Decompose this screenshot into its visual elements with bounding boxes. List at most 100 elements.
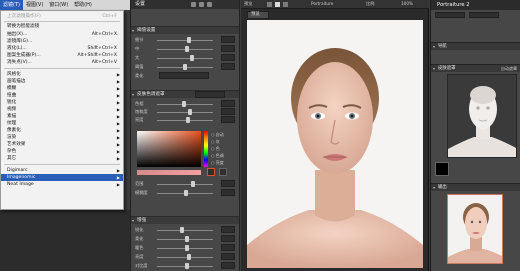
- slider-value-field[interactable]: [221, 189, 235, 196]
- slider-track[interactable]: [157, 120, 213, 121]
- slider-value-field[interactable]: [221, 116, 235, 123]
- slider-medium[interactable]: 中: [135, 45, 235, 53]
- menu-item-texture[interactable]: 纹理 ▶: [1, 120, 123, 127]
- menu-filter[interactable]: 滤镜(T): [0, 0, 23, 10]
- menu-item-convert-smart[interactable]: 转换为智能滤镜: [1, 23, 123, 30]
- slider-knob[interactable]: [188, 109, 192, 115]
- menu-item-blur[interactable]: 模糊 ▶: [1, 85, 123, 92]
- slider-knob[interactable]: [187, 254, 191, 260]
- skin-color-swatch[interactable]: [137, 170, 201, 175]
- menu-item-stylize[interactable]: 风格化 ▶: [1, 71, 123, 78]
- slider-track[interactable]: [157, 257, 213, 258]
- slider-value-field[interactable]: [221, 180, 235, 187]
- menu-item-video[interactable]: 视频 ▶: [1, 106, 123, 113]
- save-preset-icon[interactable]: [199, 2, 204, 7]
- menu-help[interactable]: 帮助(H): [71, 0, 95, 10]
- slider-value-field[interactable]: [221, 100, 235, 107]
- menu-item-digimarc[interactable]: Digimarc ▶: [1, 167, 123, 174]
- menu-item-brush-strokes[interactable]: 画笔描边 ▶: [1, 78, 123, 85]
- slider-knob[interactable]: [186, 117, 190, 123]
- preview-tab[interactable]: 预览: [247, 11, 269, 19]
- slider-knob[interactable]: [182, 101, 186, 107]
- slider-fuzziness[interactable]: 模糊度: [135, 189, 235, 197]
- menu-item-sharpen[interactable]: 锐化 ▶: [1, 99, 123, 106]
- menu-window[interactable]: 窗口(W): [46, 0, 71, 10]
- slider-value-field[interactable]: [221, 63, 235, 70]
- slider-large[interactable]: 大: [135, 54, 235, 62]
- top-button-b[interactable]: [469, 12, 499, 18]
- slider-value-field[interactable]: [221, 54, 235, 61]
- load-preset-icon[interactable]: [207, 2, 212, 7]
- slider-value-field[interactable]: [221, 226, 235, 233]
- mask-mode-select[interactable]: [195, 91, 225, 98]
- radio-tone[interactable]: 色调: [211, 152, 237, 159]
- section-enhance[interactable]: 增强: [131, 216, 239, 225]
- slider-knob[interactable]: [183, 64, 187, 70]
- color-picker-field[interactable]: [137, 131, 201, 167]
- slider-luminance[interactable]: 亮度: [135, 116, 235, 124]
- slider-track[interactable]: [157, 58, 213, 59]
- menu-item-artistic[interactable]: 艺术效果 ▶: [1, 141, 123, 148]
- slider-knob[interactable]: [184, 190, 188, 196]
- slider-knob[interactable]: [185, 263, 189, 269]
- slider-value-field[interactable]: [221, 45, 235, 52]
- side-by-side-icon[interactable]: [283, 2, 288, 7]
- slider-knob[interactable]: [187, 37, 191, 43]
- slider-value-field[interactable]: [221, 36, 235, 43]
- slider-knob[interactable]: [185, 245, 189, 251]
- single-view-icon[interactable]: [267, 2, 272, 7]
- radio-auto[interactable]: 自动: [211, 131, 237, 138]
- slider-soft[interactable]: 柔化: [135, 235, 235, 243]
- slider-value-field[interactable]: [221, 244, 235, 251]
- slider-saturation[interactable]: 饱和度: [135, 108, 235, 116]
- slider-detail[interactable]: 细节: [135, 36, 235, 44]
- slider-brightness[interactable]: 亮度: [135, 253, 235, 261]
- radio-brightness[interactable]: 亮度: [211, 159, 237, 166]
- slider-contrast[interactable]: 对比度: [135, 262, 235, 270]
- slider-sharpen[interactable]: 锐化: [135, 226, 235, 234]
- slider-knob[interactable]: [180, 227, 184, 233]
- slider-hue[interactable]: 色相: [135, 100, 235, 108]
- slider-soften[interactable]: 柔化: [135, 72, 235, 80]
- menu-item-liquify[interactable]: 液化(L)... Shift+Ctrl+X: [1, 45, 123, 52]
- menu-item-filter-gallery[interactable]: 滤镜库(G)...: [1, 38, 123, 45]
- menu-item-pattern-maker[interactable]: 图案生成器(P)... Alt+Shift+Ctrl+X: [1, 52, 123, 59]
- preset-select[interactable]: [159, 72, 209, 79]
- menu-item-vanishing-point[interactable]: 消失点(V)... Alt+Ctrl+V: [1, 59, 123, 66]
- slider-knob[interactable]: [191, 181, 195, 187]
- mask-color-swatch[interactable]: [435, 162, 449, 176]
- menu-view[interactable]: 视图(V): [23, 0, 46, 10]
- slider-track[interactable]: [157, 40, 213, 41]
- reset-icon[interactable]: [191, 2, 196, 7]
- section-threshold[interactable]: 阈值设置: [131, 26, 239, 35]
- menu-item-distort[interactable]: 扭曲 ▶: [1, 92, 123, 99]
- split-view-icon[interactable]: [275, 2, 280, 7]
- menu-item-sketch[interactable]: 素描 ▶: [1, 113, 123, 120]
- menu-item-render[interactable]: 渲染 ▶: [1, 134, 123, 141]
- menu-item-last-filter[interactable]: 上次滤镜操作(F) Ctrl+F: [1, 13, 123, 20]
- auto-mask-button[interactable]: 自动遮罩: [501, 65, 517, 73]
- slider-track[interactable]: [157, 230, 213, 231]
- slider-knob[interactable]: [190, 55, 194, 61]
- slider-range[interactable]: 范围: [135, 180, 235, 188]
- slider-track[interactable]: [157, 184, 213, 185]
- menu-item-noise[interactable]: 杂色 ▶: [1, 148, 123, 155]
- section-skin-mask-right[interactable]: 皮肤遮罩 自动遮罩: [431, 64, 520, 73]
- slider-value-field[interactable]: [221, 253, 235, 260]
- menu-item-extract[interactable]: 抽出(X)... Alt+Ctrl+X: [1, 31, 123, 38]
- menu-item-pixelate[interactable]: 像素化 ▶: [1, 127, 123, 134]
- hue-strip[interactable]: [204, 131, 208, 167]
- menu-item-other[interactable]: 其它 ▶: [1, 155, 123, 162]
- eyedropper-add-icon[interactable]: [219, 168, 227, 176]
- menu-item-neat-image[interactable]: Neat Image ▶: [1, 181, 123, 188]
- menu-item-imagenomic[interactable]: Imagenomic ▶: [1, 174, 123, 181]
- section-output[interactable]: 输出: [431, 183, 520, 192]
- eyedropper-icon[interactable]: [207, 168, 215, 176]
- slider-value-field[interactable]: [221, 235, 235, 242]
- slider-knob[interactable]: [185, 46, 189, 52]
- slider-warmth[interactable]: 暖色: [135, 244, 235, 252]
- radio-color[interactable]: 色: [211, 145, 237, 152]
- slider-value-field[interactable]: [221, 262, 235, 269]
- radio-gray[interactable]: 灰: [211, 138, 237, 145]
- top-button-a[interactable]: [435, 12, 465, 18]
